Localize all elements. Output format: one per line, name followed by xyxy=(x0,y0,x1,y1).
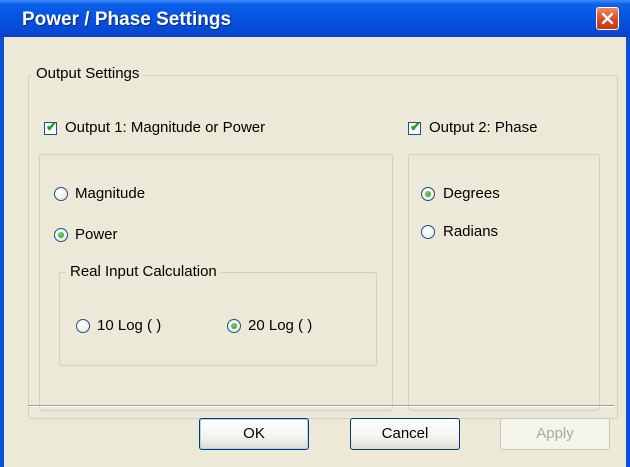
check-mark-icon: ✔ xyxy=(46,119,57,134)
window-title: Power / Phase Settings xyxy=(22,9,232,30)
output1-checkbox[interactable]: ✔ xyxy=(44,119,57,135)
ten-log-radio[interactable] xyxy=(76,319,90,333)
output2-options-group xyxy=(408,154,600,411)
twenty-log-label[interactable]: 20 Log ( ) xyxy=(248,317,312,334)
apply-button[interactable]: Apply xyxy=(500,418,610,450)
output2-label[interactable]: Output 2: Phase xyxy=(429,119,537,136)
cancel-button[interactable]: Cancel xyxy=(350,418,460,450)
button-separator xyxy=(28,405,614,407)
close-icon xyxy=(601,12,614,25)
ok-button[interactable]: OK xyxy=(199,418,309,450)
radio-selected-dot xyxy=(425,191,431,197)
radio-selected-dot xyxy=(231,323,237,329)
close-button[interactable] xyxy=(596,7,619,30)
power-label[interactable]: Power xyxy=(75,226,118,243)
power-radio[interactable] xyxy=(54,228,68,242)
dialog-window: Power / Phase Settings Output Settings ✔… xyxy=(0,0,630,467)
check-mark-icon: ✔ xyxy=(410,119,421,134)
real-input-calculation-legend: Real Input Calculation xyxy=(66,263,221,280)
radio-selected-dot xyxy=(58,232,64,238)
radians-label[interactable]: Radians xyxy=(443,223,498,240)
output2-checkbox[interactable]: ✔ xyxy=(408,119,421,135)
degrees-label[interactable]: Degrees xyxy=(443,185,500,202)
magnitude-radio[interactable] xyxy=(54,187,68,201)
output1-label[interactable]: Output 1: Magnitude or Power xyxy=(65,119,265,136)
output-settings-legend: Output Settings xyxy=(32,65,144,82)
twenty-log-radio[interactable] xyxy=(227,319,241,333)
ten-log-label[interactable]: 10 Log ( ) xyxy=(97,317,161,334)
dialog-client-area: Output Settings ✔ Output 1: Magnitude or… xyxy=(4,37,626,467)
title-bar[interactable]: Power / Phase Settings xyxy=(0,0,630,37)
radians-radio[interactable] xyxy=(421,225,435,239)
magnitude-label[interactable]: Magnitude xyxy=(75,185,145,202)
degrees-radio[interactable] xyxy=(421,187,435,201)
